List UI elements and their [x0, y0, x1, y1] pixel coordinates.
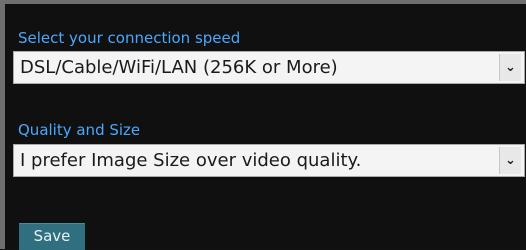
quality-size-select[interactable]: I prefer Image Size over video quality. …	[13, 144, 525, 177]
connection-speed-value: DSL/Cable/WiFi/LAN (256K or More)	[20, 57, 338, 78]
quality-size-label: Quality and Size	[18, 121, 141, 139]
connection-speed-select[interactable]: DSL/Cable/WiFi/LAN (256K or More) ⌄	[13, 51, 525, 84]
settings-panel: Select your connection speed DSL/Cable/W…	[0, 0, 526, 250]
connection-speed-label: Select your connection speed	[18, 29, 241, 47]
save-button[interactable]: Save	[19, 223, 85, 250]
chevron-down-icon[interactable]: ⌄	[499, 54, 521, 81]
chevron-down-icon[interactable]: ⌄	[499, 147, 521, 174]
quality-size-value: I prefer Image Size over video quality.	[20, 150, 362, 171]
